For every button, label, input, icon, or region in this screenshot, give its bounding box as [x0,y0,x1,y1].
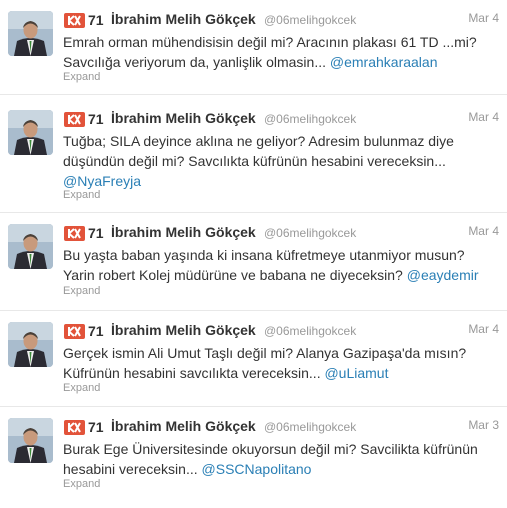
avatar[interactable] [8,224,53,269]
klout-score[interactable]: 71 [64,225,104,241]
author-name[interactable]: İbrahim Melih Gökçek [111,322,256,338]
tweet-text-fragment: Yarin robert Kolej müdürüne ve babana ne… [63,267,403,283]
mention-link[interactable]: @eaydemir [407,267,479,283]
tweet-text-line: hesabini vereceksin... @SSCNapolitano [63,459,493,479]
tweet-item[interactable]: 71 İbrahim Melih Gökçek @06melihgokcek M… [0,407,507,508]
avatar[interactable] [8,418,53,463]
tweet-text-line: Tuğba; SILA deyince aklına ne geliyor? A… [63,133,454,149]
tweet-text-line: Savcılığa veriyorum da, yanlişlik olmasi… [63,52,493,72]
klout-score[interactable]: 71 [64,111,104,127]
avatar[interactable] [8,11,53,56]
expand-link[interactable]: Expand [63,285,100,297]
klout-score-value: 71 [88,419,104,435]
klout-score[interactable]: 71 [64,12,104,28]
tweet-item[interactable]: 71 İbrahim Melih Gökçek @06melihgokcek M… [0,311,507,407]
tweet-date[interactable]: Mar 3 [468,418,499,432]
tweet-timeline: 71 İbrahim Melih Gökçek @06melihgokcek M… [0,0,507,508]
klout-score[interactable]: 71 [64,323,104,339]
tweet-text: Emrah orman mühendisisin değil mi? Aracı… [63,32,493,72]
mention-link[interactable]: @NyaFreyja [63,173,141,189]
klout-score-value: 71 [88,323,104,339]
tweet-item[interactable]: 71 İbrahim Melih Gökçek @06melihgokcek M… [0,0,507,95]
tweet-text-line: Emrah orman mühendisisin değil mi? Aracı… [63,34,477,50]
klout-score-value: 71 [88,225,104,241]
tweet-date[interactable]: Mar 4 [468,110,499,124]
author-name[interactable]: İbrahim Melih Gökçek [111,11,256,27]
avatar[interactable] [8,322,53,367]
author-handle[interactable]: @06melihgokcek [264,13,356,27]
mention-link[interactable]: @SSCNapolitano [202,461,312,477]
tweet-text-line: Gerçek ismin Ali Umut Taşlı değil mi? Al… [63,345,467,361]
mention-link[interactable]: @emrahkaraalan [330,54,438,70]
tweet-text: Bu yaşta baban yaşında ki insana küfretm… [63,245,493,285]
expand-link[interactable]: Expand [63,382,100,394]
tweet-text: Burak Ege Üniversitesinde okuyorsun deği… [63,439,493,479]
tweet-text-fragment: Savcılığa veriyorum da, yanlişlik olmasi… [63,54,326,70]
tweet-text-fragment: Küfrünün hesabini savcılıkta vereceksin.… [63,365,321,381]
klout-icon [64,323,85,339]
mention-link[interactable]: @uLiamut [324,365,388,381]
klout-icon [64,419,85,435]
klout-icon [64,225,85,241]
klout-icon [64,12,85,28]
klout-icon [64,111,85,127]
tweet-text-line: düşündün değil mi? Savcılıkta küfrünün h… [63,153,446,169]
author-handle[interactable]: @06melihgokcek [264,226,356,240]
klout-score-value: 71 [88,12,104,28]
tweet-item[interactable]: 71 İbrahim Melih Gökçek @06melihgokcek M… [0,213,507,311]
author-name[interactable]: İbrahim Melih Gökçek [111,418,256,434]
author-name[interactable]: İbrahim Melih Gökçek [111,110,256,126]
expand-link[interactable]: Expand [63,189,100,201]
klout-score-value: 71 [88,111,104,127]
tweet-text-fragment: hesabini vereceksin... [63,461,198,477]
expand-link[interactable]: Expand [63,478,100,490]
author-handle[interactable]: @06melihgokcek [264,324,356,338]
author-name[interactable]: İbrahim Melih Gökçek [111,224,256,240]
tweet-date[interactable]: Mar 4 [468,322,499,336]
tweet-text: Tuğba; SILA deyince aklına ne geliyor? A… [63,131,493,191]
author-handle[interactable]: @06melihgokcek [264,112,356,126]
tweet-date[interactable]: Mar 4 [468,11,499,25]
tweet-text-line: Yarin robert Kolej müdürüne ve babana ne… [63,265,493,285]
tweet-text-line: Bu yaşta baban yaşında ki insana küfretm… [63,247,465,263]
expand-link[interactable]: Expand [63,71,100,83]
author-handle[interactable]: @06melihgokcek [264,420,356,434]
klout-score[interactable]: 71 [64,419,104,435]
tweet-text-line: Küfrünün hesabini savcılıkta vereceksin.… [63,363,493,383]
tweet-text-line: @NyaFreyja [63,171,493,191]
tweet-text-line: Burak Ege Üniversitesinde okuyorsun deği… [63,441,478,457]
avatar[interactable] [8,110,53,155]
tweet-text: Gerçek ismin Ali Umut Taşlı değil mi? Al… [63,343,493,383]
tweet-date[interactable]: Mar 4 [468,224,499,238]
tweet-item[interactable]: 71 İbrahim Melih Gökçek @06melihgokcek M… [0,95,507,213]
